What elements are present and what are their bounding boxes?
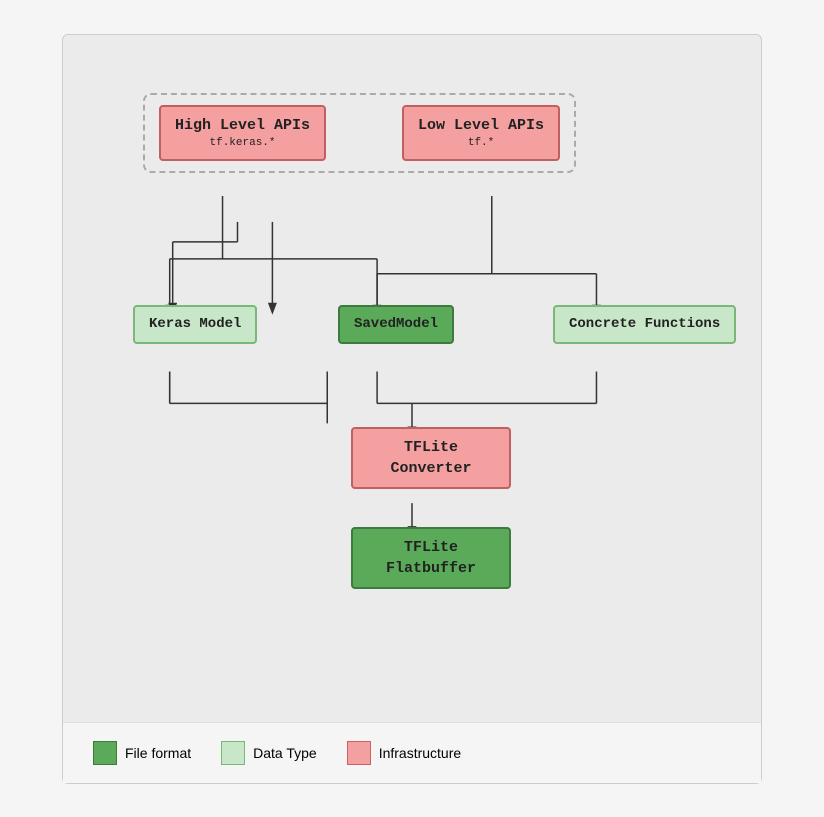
legend-infrastructure: Infrastructure xyxy=(347,741,461,765)
saved-model-box: SavedModel xyxy=(338,305,454,345)
diagram-area: High Level APIs tf.keras.* Low Level API… xyxy=(63,35,761,722)
legend-green-box xyxy=(93,741,117,765)
outer-container: High Level APIs tf.keras.* Low Level API… xyxy=(62,34,762,784)
legend-file-format: File format xyxy=(93,741,191,765)
boxes-layer: High Level APIs tf.keras.* Low Level API… xyxy=(83,65,741,702)
tflite-flatbuffer-box: TFLiteFlatbuffer xyxy=(351,527,511,589)
concrete-functions-box: Concrete Functions xyxy=(553,305,736,345)
api-group: High Level APIs tf.keras.* Low Level API… xyxy=(143,93,576,173)
legend-data-type: Data Type xyxy=(221,741,317,765)
tflite-converter-box: TFLiteConverter xyxy=(351,427,511,489)
high-level-apis-box: High Level APIs tf.keras.* xyxy=(159,105,326,161)
legend-lightgreen-box xyxy=(221,741,245,765)
low-level-apis-box: Low Level APIs tf.* xyxy=(402,105,560,161)
legend-area: File format Data Type Infrastructure xyxy=(63,722,761,783)
legend-pink-box xyxy=(347,741,371,765)
keras-model-box: Keras Model xyxy=(133,305,257,345)
